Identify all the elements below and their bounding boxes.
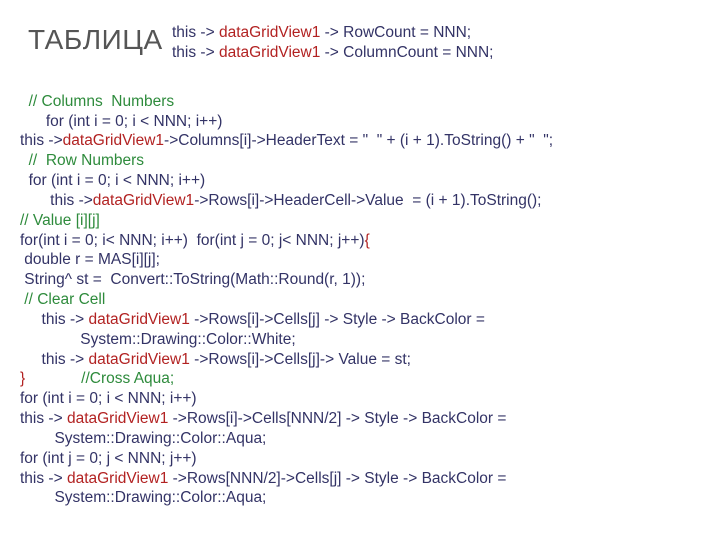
code-text: this -> bbox=[20, 410, 67, 427]
code-identifier: dataGridView1 bbox=[67, 470, 168, 487]
code-text: -> RowCount = NNN; bbox=[320, 24, 471, 41]
code-body: // Columns Numbers for (int i = 0; i < N… bbox=[20, 72, 700, 508]
code-text: this -> bbox=[172, 24, 219, 41]
code-text: this -> bbox=[20, 351, 88, 368]
code-comment: // Columns Numbers bbox=[20, 93, 174, 110]
code-identifier: dataGridView1 bbox=[63, 132, 164, 149]
code-text: for (int i = 0; i < NNN; i++) bbox=[20, 113, 222, 130]
code-text: System::Drawing::Color::Aqua; bbox=[20, 430, 266, 447]
code-text: ->Rows[i]->Cells[j]-> Value = st; bbox=[190, 351, 411, 368]
code-line: this -> dataGridView1 -> ColumnCount = N… bbox=[172, 43, 494, 63]
code-identifier: dataGridView1 bbox=[219, 24, 320, 41]
code-identifier: dataGridView1 bbox=[93, 192, 194, 209]
code-comment: // Clear Cell bbox=[20, 291, 105, 308]
code-text: this -> bbox=[172, 44, 219, 61]
code-text: for(int i = 0; i< NNN; i++) for(int j = … bbox=[20, 232, 365, 249]
code-text: this -> bbox=[20, 470, 67, 487]
code-text: this -> bbox=[20, 132, 63, 149]
code-identifier: dataGridView1 bbox=[219, 44, 320, 61]
code-comment: // Row Numbers bbox=[20, 152, 144, 169]
code-text: for (int i = 0; i < NNN; i++) bbox=[20, 172, 205, 189]
code-text: ->Rows[i]->HeaderCell->Value = (i + 1).T… bbox=[194, 192, 541, 209]
code-text: ->Rows[i]->Cells[j] -> Style -> BackColo… bbox=[190, 311, 485, 328]
code-text: this -> bbox=[20, 311, 88, 328]
code-text: System::Drawing::Color::White; bbox=[20, 331, 296, 348]
code-identifier: dataGridView1 bbox=[67, 410, 168, 427]
code-text: double r = MAS[i][j]; bbox=[20, 251, 160, 268]
code-text: ->Rows[i]->Cells[NNN/2] -> Style -> Back… bbox=[168, 410, 506, 427]
code-text: ->Rows[NNN/2]->Cells[j] -> Style -> Back… bbox=[168, 470, 506, 487]
header-code-block: this -> dataGridView1 -> RowCount = NNN;… bbox=[172, 23, 494, 63]
code-text: String^ st = Convert::ToString(Math::Rou… bbox=[20, 271, 365, 288]
code-comment: //Cross Aqua; bbox=[25, 370, 174, 387]
code-identifier: dataGridView1 bbox=[88, 351, 189, 368]
code-text: this -> bbox=[20, 192, 93, 209]
code-identifier: dataGridView1 bbox=[88, 311, 189, 328]
code-text: -> ColumnCount = NNN; bbox=[320, 44, 493, 61]
code-text: for (int i = 0; i < NNN; i++) bbox=[20, 390, 197, 407]
slide-title: ТАБЛИЦА bbox=[28, 22, 163, 58]
code-text: for (int j = 0; j < NNN; j++) bbox=[20, 450, 197, 467]
code-line: this -> dataGridView1 -> RowCount = NNN; bbox=[172, 23, 494, 43]
code-text: ->Columns[i]->HeaderText = " " + (i + 1)… bbox=[164, 132, 553, 149]
code-text: System::Drawing::Color::Aqua; bbox=[20, 489, 266, 506]
code-comment: // Value [i][j] bbox=[20, 212, 100, 229]
code-brace: { bbox=[365, 232, 370, 249]
